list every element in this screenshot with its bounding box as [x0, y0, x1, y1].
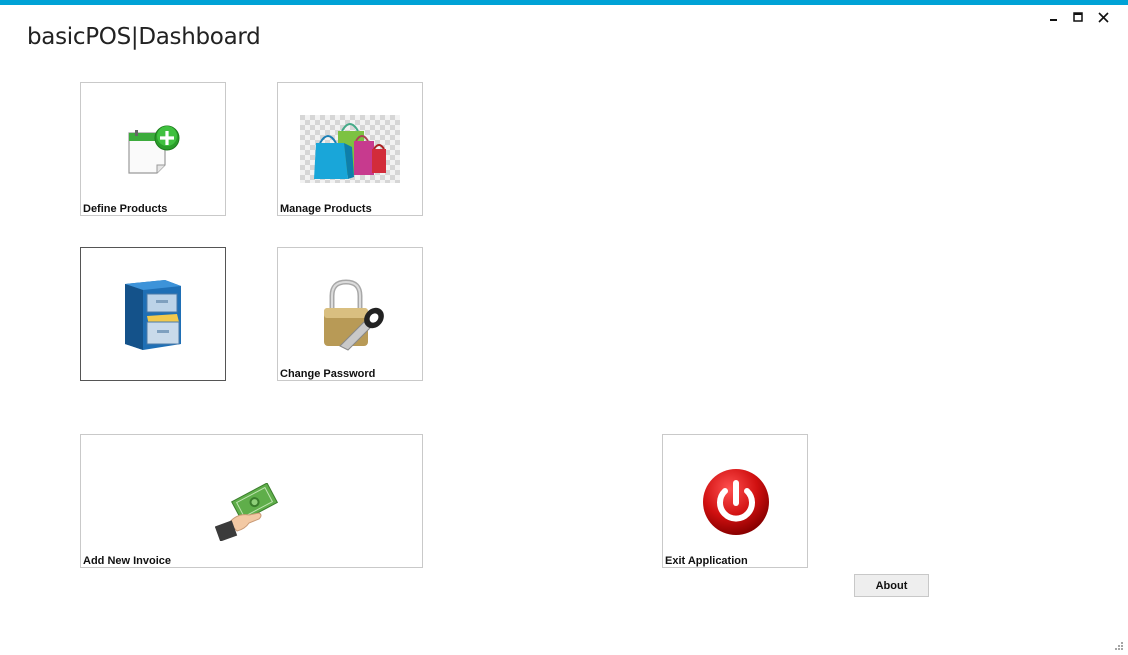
maximize-icon	[1073, 11, 1083, 22]
padlock-key-icon	[324, 279, 384, 351]
define-products-tile[interactable]: Define Products	[80, 82, 226, 216]
minimize-icon	[1049, 19, 1057, 21]
minimize-button[interactable]	[1041, 8, 1066, 26]
manage-products-label: Manage Products	[280, 203, 372, 215]
add-invoice-tile[interactable]: Add New Invoice	[80, 434, 423, 568]
close-icon	[1098, 11, 1109, 23]
shopping-bags-icon	[300, 115, 400, 183]
exit-application-tile[interactable]: Exit Application	[662, 434, 808, 568]
define-products-label: Define Products	[83, 203, 168, 215]
window-title: basicPOS|Dashboard	[27, 24, 261, 50]
power-icon	[703, 469, 769, 535]
file-cabinet-icon	[125, 280, 181, 350]
calendar-add-icon	[128, 125, 180, 174]
money-hand-icon	[215, 483, 279, 541]
window-accent-bar	[0, 0, 1128, 5]
close-button[interactable]	[1091, 8, 1116, 26]
add-invoice-label: Add New Invoice	[83, 555, 172, 567]
maximize-button[interactable]	[1066, 8, 1091, 26]
change-password-tile[interactable]: Change Password	[277, 247, 423, 381]
file-cabinet-tile[interactable]	[80, 247, 226, 381]
resize-grip-icon[interactable]	[1114, 641, 1124, 651]
about-button[interactable]: About	[854, 574, 929, 597]
change-password-label: Change Password	[280, 368, 376, 380]
manage-products-tile[interactable]: Manage Products	[277, 82, 423, 216]
window-controls	[1041, 8, 1116, 26]
exit-application-label: Exit Application	[665, 555, 748, 567]
